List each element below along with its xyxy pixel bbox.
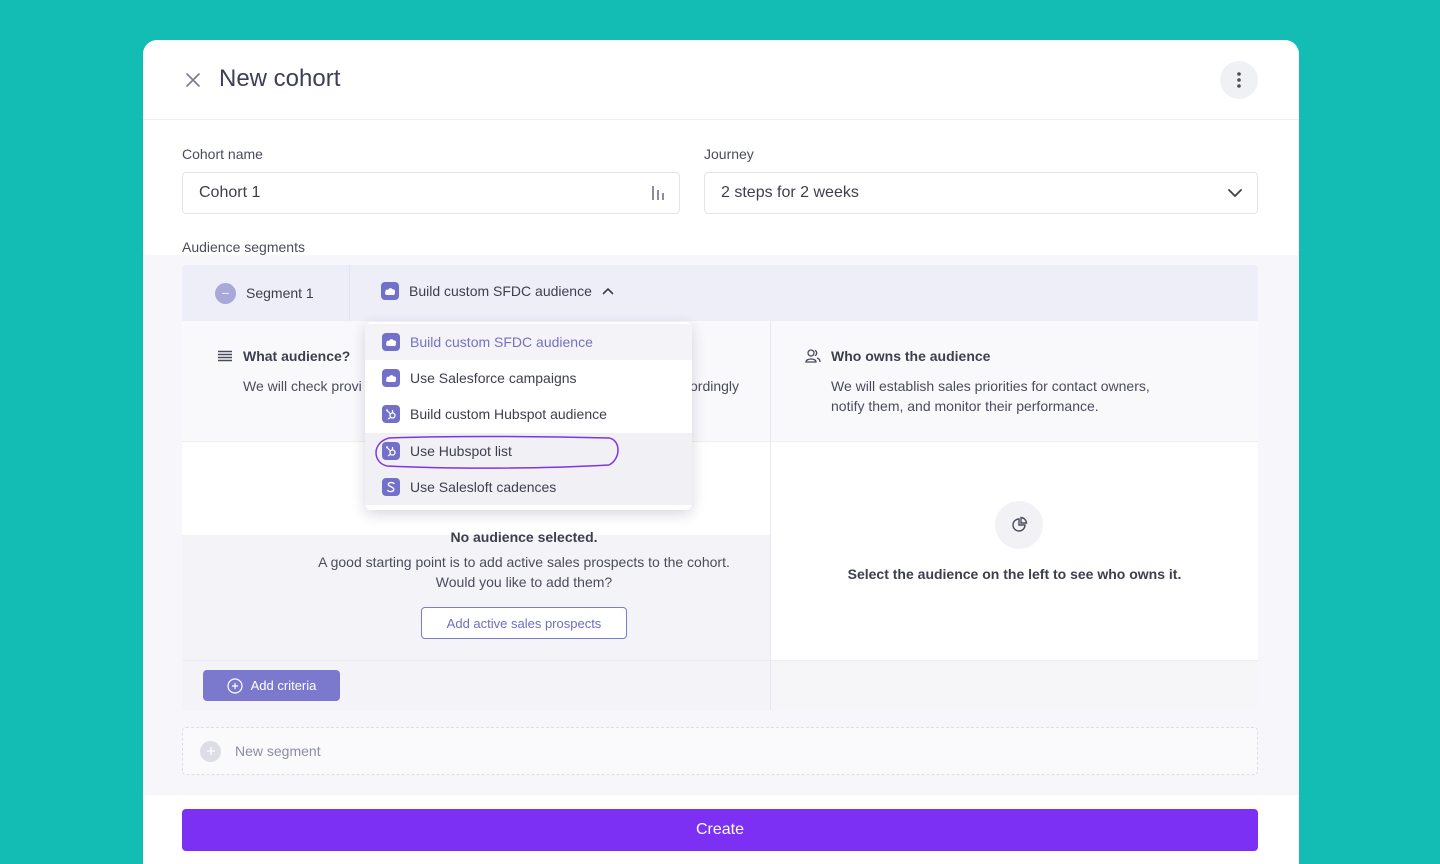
dropdown-item-build-hubspot[interactable]: Build custom Hubspot audience (365, 396, 692, 432)
who-owns-title: Who owns the audience (805, 348, 990, 364)
close-button[interactable] (181, 68, 205, 92)
empty-state-title: No audience selected. (450, 529, 598, 545)
dropdown-item-salesloft-cadences[interactable]: Use Salesloft cadences (365, 469, 692, 505)
new-cohort-modal: New cohort Cohort name Cohort 1 Journey … (143, 40, 1299, 864)
modal-header: New cohort (143, 40, 1299, 120)
what-audience-description: We will check provi (243, 378, 362, 394)
owners-footer (771, 660, 1258, 710)
chevron-down-icon (1228, 189, 1242, 197)
audience-segments-label: Audience segments (182, 239, 305, 255)
journey-label: Journey (704, 146, 754, 162)
add-criteria-button[interactable]: Add criteria (203, 670, 340, 701)
empty-state-description: A good starting point is to add active s… (318, 554, 730, 590)
segment-tab[interactable]: − Segment 1 (182, 265, 350, 321)
add-active-sales-prospects-button[interactable]: Add active sales prospects (421, 607, 627, 639)
plus-icon (200, 740, 221, 762)
page-title: New cohort (219, 65, 341, 92)
what-audience-title: What audience? (217, 348, 350, 364)
users-icon (805, 349, 821, 363)
list-icon (218, 350, 232, 362)
who-owns-description-line1: We will establish sales priorities for c… (831, 378, 1150, 394)
segment-header: − Segment 1 Build custom SFDC audience (182, 265, 1258, 321)
pie-chart-icon-wrapper (995, 501, 1043, 549)
create-button[interactable]: Create (182, 809, 1258, 851)
chevron-up-icon (602, 288, 614, 295)
dropdown-item-salesforce-campaigns[interactable]: Use Salesforce campaigns (365, 360, 692, 396)
plus-circle-icon (227, 677, 243, 694)
salesloft-icon (382, 478, 400, 496)
what-audience-description-end: ordingly (690, 378, 740, 394)
audience-source-select[interactable]: Build custom SFDC audience (381, 282, 614, 300)
cohort-name-value: Cohort 1 (199, 184, 261, 201)
journey-select[interactable]: 2 steps for 2 weeks (704, 172, 1258, 214)
pie-chart-icon (1012, 516, 1028, 532)
bars-icon (652, 186, 664, 200)
more-options-button[interactable] (1220, 61, 1258, 99)
segment-name: Segment 1 (246, 285, 314, 301)
audience-source-value: Build custom SFDC audience (409, 283, 592, 299)
salesforce-icon (382, 369, 400, 387)
who-owns-description-line2: notify them, and monitor their performan… (831, 398, 1099, 414)
highlight-annotation (375, 435, 619, 469)
panel-divider (770, 321, 771, 710)
new-segment-button[interactable]: New segment (182, 727, 1258, 775)
salesforce-icon (382, 333, 400, 351)
more-vertical-icon (1237, 72, 1241, 88)
audience-source-dropdown: Build custom SFDC audience Use Salesforc… (365, 322, 692, 510)
dropdown-item-build-sfdc[interactable]: Build custom SFDC audience (365, 324, 692, 360)
close-icon (186, 73, 200, 87)
owners-empty-text: Select the audience on the left to see w… (847, 566, 1182, 582)
hubspot-icon (382, 405, 400, 423)
cohort-name-input[interactable]: Cohort 1 (182, 172, 680, 214)
salesforce-icon (381, 282, 399, 300)
journey-value: 2 steps for 2 weeks (721, 184, 859, 201)
remove-segment-icon[interactable]: − (215, 282, 236, 304)
cohort-name-label: Cohort name (182, 146, 263, 162)
owners-empty-panel (771, 442, 1258, 660)
